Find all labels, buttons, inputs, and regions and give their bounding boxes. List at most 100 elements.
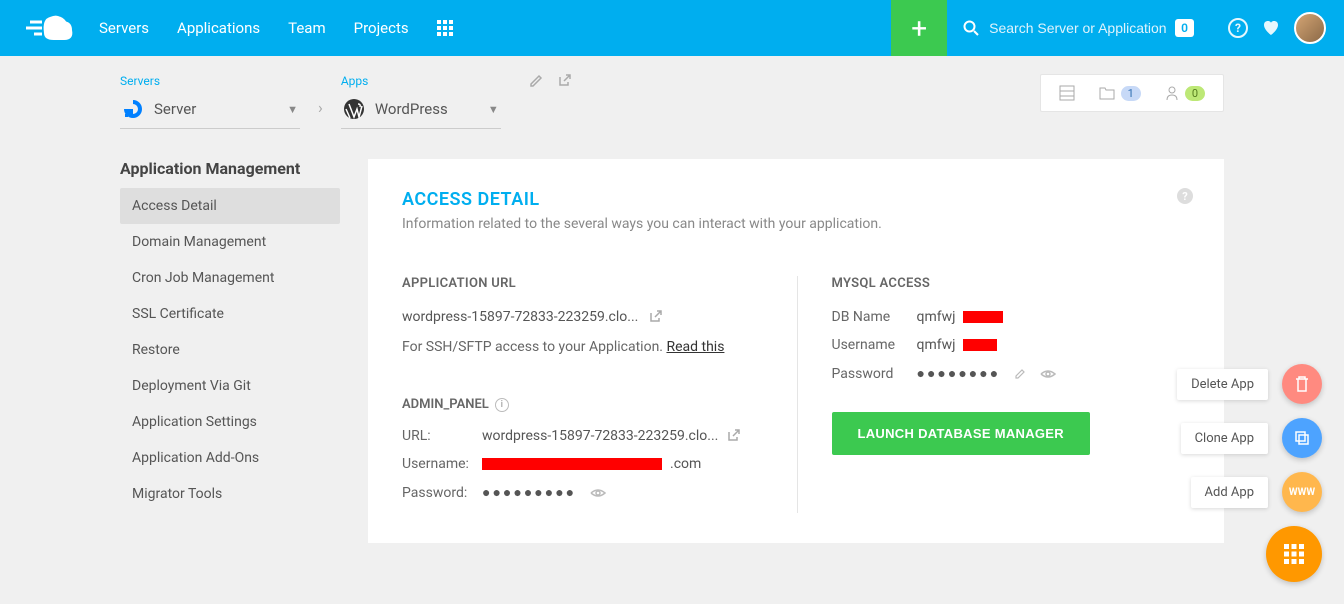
external-link-icon[interactable] xyxy=(557,74,571,88)
db-user-row: Username qmfwj xyxy=(832,337,1191,353)
server-selector[interactable]: Server ▼ xyxy=(120,94,300,129)
topbar-icons: ? xyxy=(1210,12,1344,44)
grid-icon xyxy=(1284,544,1304,564)
admin-panel-title: ADMIN_PANEL i xyxy=(402,397,761,412)
breadcrumb-apps-label: Apps xyxy=(341,74,501,88)
fab-delete[interactable] xyxy=(1282,364,1322,404)
sidebar-item-cron-job[interactable]: Cron Job Management xyxy=(120,260,340,296)
app-selector[interactable]: WordPress ▼ xyxy=(341,94,501,129)
nav-servers[interactable]: Servers xyxy=(99,19,149,37)
info-icon[interactable]: i xyxy=(495,398,509,412)
breadcrumb-actions xyxy=(529,74,571,96)
search-area: 0 xyxy=(947,0,1210,56)
search-input[interactable] xyxy=(989,20,1169,36)
sidebar-item-migrator[interactable]: Migrator Tools xyxy=(120,476,340,512)
wordpress-icon xyxy=(343,98,365,120)
sidebar-item-domain-management[interactable]: Domain Management xyxy=(120,224,340,260)
launch-db-button[interactable]: LAUNCH DATABASE MANAGER xyxy=(832,412,1090,455)
copy-icon xyxy=(1294,430,1310,446)
mysql-title: MYSQL ACCESS xyxy=(832,276,1191,291)
fab-main[interactable] xyxy=(1266,526,1322,582)
breadcrumb-row: Servers Server ▼ › Apps WordPress ▼ 1 0 xyxy=(0,56,1344,129)
topbar-right: + 0 ? xyxy=(891,0,1344,56)
external-link-icon[interactable] xyxy=(648,310,662,324)
external-link-icon[interactable] xyxy=(726,429,740,443)
admin-password-value: ●●●●●●●●● xyxy=(482,484,576,501)
add-button[interactable]: + xyxy=(891,0,947,56)
db-user-label: Username xyxy=(832,337,917,353)
eye-icon[interactable] xyxy=(1040,368,1056,380)
db-pass-value: ●●●●●●●● xyxy=(917,365,1001,382)
avatar[interactable] xyxy=(1294,12,1326,44)
nav-team[interactable]: Team xyxy=(288,19,326,37)
stat-box: 1 0 xyxy=(1040,74,1224,112)
admin-password-row: Password: ●●●●●●●●● xyxy=(402,484,761,501)
search-icon xyxy=(963,20,979,36)
edit-icon[interactable] xyxy=(529,74,543,88)
admin-password-label: Password: xyxy=(402,485,482,501)
nav-projects[interactable]: Projects xyxy=(354,19,409,37)
admin-username-row: Username: .com xyxy=(402,456,761,472)
breadcrumb-apps: Apps WordPress ▼ xyxy=(341,74,501,129)
page-subtitle: Information related to the several ways … xyxy=(402,216,1190,232)
db-pass-label: Password xyxy=(832,366,917,382)
stat-user[interactable]: 0 xyxy=(1165,85,1205,101)
nav-applications[interactable]: Applications xyxy=(177,19,260,37)
redacted xyxy=(963,311,1003,323)
db-name-row: DB Name qmfwj xyxy=(832,309,1191,325)
panel-help-icon[interactable]: ? xyxy=(1176,187,1194,205)
logo[interactable] xyxy=(24,13,74,43)
redacted xyxy=(482,458,662,470)
sidebar-item-addons[interactable]: Application Add-Ons xyxy=(120,440,340,476)
sidebar-item-access-detail[interactable]: Access Detail xyxy=(120,188,340,224)
fab-add-label: Add App xyxy=(1191,477,1268,508)
eye-icon[interactable] xyxy=(590,487,606,499)
fab-clone[interactable] xyxy=(1282,418,1322,458)
sidebar: Application Management Access Detail Dom… xyxy=(120,159,340,512)
app-url-value: wordpress-15897-72833-223259.clo... xyxy=(402,309,638,325)
fab-add[interactable]: WWW xyxy=(1282,472,1322,512)
list-icon xyxy=(1059,85,1075,101)
chevron-down-icon: ▼ xyxy=(488,103,499,116)
right-column: MYSQL ACCESS DB Name qmfwj Username qmfw… xyxy=(797,276,1191,513)
www-icon: WWW xyxy=(1289,487,1315,498)
search-badge: 0 xyxy=(1175,19,1194,37)
left-column: APPLICATION URL wordpress-15897-72833-22… xyxy=(402,276,761,513)
user-count: 0 xyxy=(1185,86,1205,101)
ssh-note: For SSH/SFTP access to your Application.… xyxy=(402,339,761,355)
topbar: Servers Applications Team Projects + 0 ? xyxy=(0,0,1344,56)
admin-username-suffix: .com xyxy=(670,456,701,472)
stat-folder[interactable]: 1 xyxy=(1099,86,1141,101)
sidebar-item-app-settings[interactable]: Application Settings xyxy=(120,404,340,440)
stat-list[interactable] xyxy=(1059,85,1075,101)
db-pass-row: Password ●●●●●●●● xyxy=(832,365,1191,382)
fab-delete-label: Delete App xyxy=(1177,369,1268,400)
svg-text:?: ? xyxy=(1235,21,1241,35)
apps-grid-icon[interactable] xyxy=(437,20,453,36)
nav-links: Servers Applications Team Projects xyxy=(99,19,409,37)
redacted xyxy=(963,339,997,351)
breadcrumb-arrow: › xyxy=(318,98,323,117)
breadcrumb-servers-label: Servers xyxy=(120,74,300,88)
app-name: WordPress xyxy=(375,100,448,118)
folder-icon xyxy=(1099,86,1115,100)
digitalocean-icon xyxy=(122,98,144,120)
app-url-line: wordpress-15897-72833-223259.clo... xyxy=(402,309,761,325)
fab-clone-label: Clone App xyxy=(1181,423,1268,454)
admin-url-label: URL: xyxy=(402,428,482,444)
sidebar-item-restore[interactable]: Restore xyxy=(120,332,340,368)
trash-icon xyxy=(1294,375,1310,393)
content-panel: ? ACCESS DETAIL Information related to t… xyxy=(368,159,1224,543)
heart-icon[interactable] xyxy=(1262,19,1280,37)
fab-menu: Delete App Clone App Add App WWW xyxy=(1177,364,1322,582)
db-user-prefix: qmfwj xyxy=(917,337,956,353)
svg-text:?: ? xyxy=(1182,190,1188,203)
sidebar-item-deployment[interactable]: Deployment Via Git xyxy=(120,368,340,404)
main-row: Application Management Access Detail Dom… xyxy=(0,129,1344,583)
read-this-link[interactable]: Read this xyxy=(666,339,724,355)
sidebar-item-ssl[interactable]: SSL Certificate xyxy=(120,296,340,332)
db-name-label: DB Name xyxy=(832,309,917,325)
help-icon[interactable]: ? xyxy=(1228,18,1248,38)
edit-icon[interactable] xyxy=(1014,368,1026,380)
admin-url-value: wordpress-15897-72833-223259.clo... xyxy=(482,428,718,444)
